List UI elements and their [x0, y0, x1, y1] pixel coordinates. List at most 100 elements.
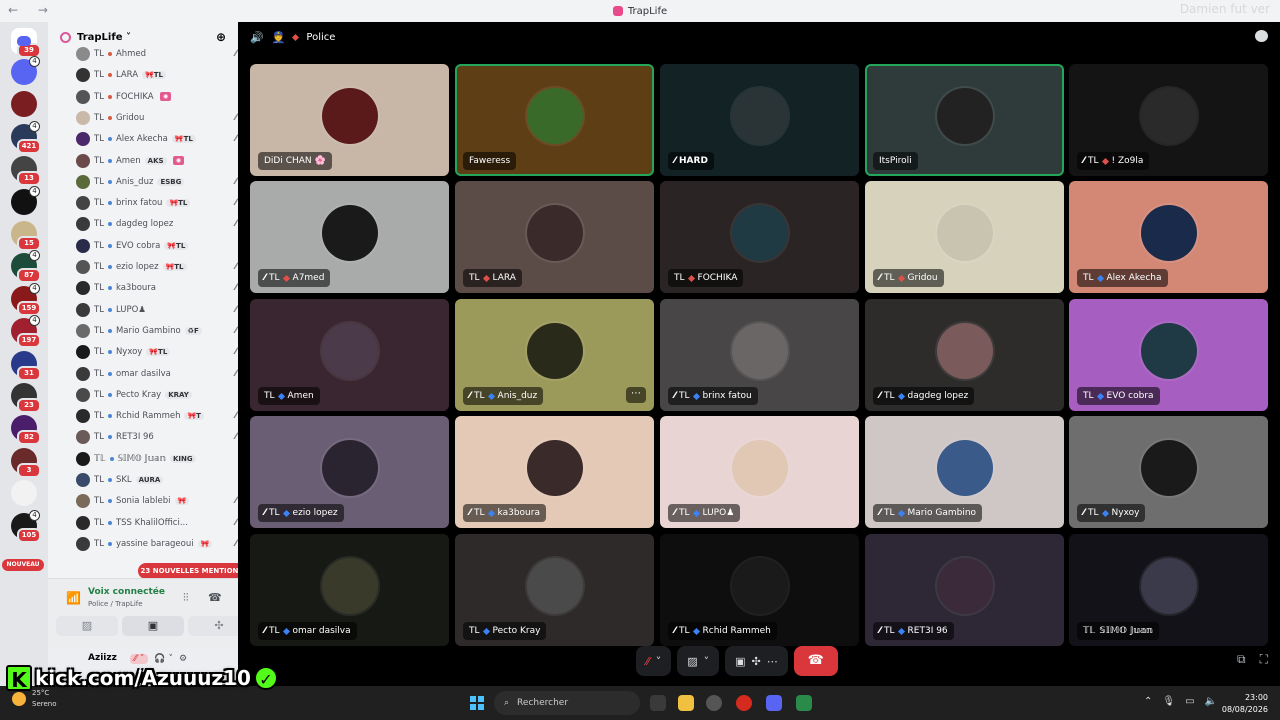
server-icon[interactable]	[11, 91, 37, 118]
volume-icon[interactable]: 🔈	[1205, 696, 1217, 707]
activities-icon[interactable]: ✣	[752, 655, 761, 668]
server-icon[interactable]: 3	[11, 447, 41, 478]
server-icon[interactable]: 197 4	[11, 315, 41, 349]
voice-member-row[interactable]: TL Sonia lablebi 🎀 ⁄⁄	[76, 491, 237, 511]
server-icon[interactable]: 31	[11, 350, 41, 381]
participant-tile[interactable]: TL EVO cobra	[1069, 299, 1268, 411]
opera-icon[interactable]	[736, 695, 752, 711]
back-forward-icons[interactable]: ← →	[8, 3, 56, 17]
voice-status[interactable]: Voix connectée	[88, 587, 165, 597]
camera-off-button[interactable]: ▨	[56, 616, 118, 636]
new-mentions-pill[interactable]: 23 NOUVELLES MENTIONS	[138, 563, 238, 579]
participant-tile[interactable]: ⁄⁄ TL RET3I 96	[865, 534, 1064, 646]
discord-app-icon[interactable]	[766, 695, 782, 711]
chat-bubble-icon[interactable]	[1255, 30, 1268, 42]
server-icon[interactable]	[11, 480, 37, 507]
user-name[interactable]: Aziizz	[88, 653, 117, 663]
participant-tile[interactable]: ⁄⁄ TL ! Zo9la	[1069, 64, 1268, 176]
voice-member-row[interactable]: TL dagdeg lopez ⁄⁄	[76, 214, 237, 234]
activities-button[interactable]: ✣	[188, 616, 238, 636]
participant-tile[interactable]: ⁄⁄ TL Gridou	[865, 181, 1064, 293]
server-icon[interactable]: 105 4	[11, 509, 41, 543]
voice-member-row[interactable]: 𝕋𝕃 𝕊𝕀𝕄𝕆 𝕁𝕦𝕒𝕟 KING	[76, 449, 236, 469]
signal-icon[interactable]: 📶	[66, 591, 81, 605]
participant-tile[interactable]: DiDi CHAN 🌸	[250, 64, 449, 176]
tray-chevron-icon[interactable]: ⌃	[1144, 696, 1152, 707]
server-icon[interactable]: 87 4	[11, 250, 41, 284]
voice-member-row[interactable]: TL TSS KhalilOffici... ⁄⁄	[76, 513, 237, 533]
voice-member-row[interactable]: TL ezio lopez 🎀TL ⁄⁄	[76, 257, 237, 277]
voice-member-row[interactable]: TL EVO cobra 🎀TL	[76, 236, 236, 256]
microphone-icon[interactable]: 🎙	[1162, 696, 1175, 707]
participant-tile[interactable]: ⁄⁄ TL ezio lopez	[250, 416, 449, 528]
server-icon[interactable]: 159 4	[11, 282, 41, 316]
voice-member-row[interactable]: TL Rchid Rammeh 🎀T ⁄⁄	[76, 406, 237, 426]
start-button[interactable]	[470, 696, 484, 710]
leave-call-button[interactable]: ☎	[793, 646, 838, 676]
participant-tile[interactable]: ⁄⁄ TL Anis_duz ⋯	[455, 299, 654, 411]
camera-control-group[interactable]: ▨ ˅	[677, 646, 720, 676]
participant-tile[interactable]: ⁄⁄ TL dagdeg lopez	[865, 299, 1064, 411]
participant-tile[interactable]: TL Pecto Kray	[455, 534, 654, 646]
store-app-icon[interactable]	[650, 695, 666, 711]
mic-options-chevron-icon[interactable]: ˅	[656, 655, 662, 668]
voice-member-row[interactable]: TL RET3I 96 ⁄⁄	[76, 427, 237, 447]
fullscreen-icon[interactable]: ⛶	[1260, 652, 1268, 667]
voice-member-row[interactable]: TL Nyxoy 🎀TL ⁄⁄	[76, 342, 237, 362]
participant-tile[interactable]: TL Alex Akecha	[1069, 181, 1268, 293]
clock[interactable]: 23:00 08/08/2026	[1222, 692, 1268, 716]
share-screen-button[interactable]: ▣	[122, 616, 184, 636]
popout-icon[interactable]: ⧉	[1237, 652, 1246, 667]
participant-tile[interactable]: Faweress	[455, 64, 654, 176]
voice-member-row[interactable]: TL omar dasilva ⁄⁄	[76, 364, 237, 384]
voice-member-row[interactable]: TL Mario Gambino ♻F ⁄⁄	[76, 321, 237, 341]
voice-member-row[interactable]: TL Pecto Kray KRAY	[76, 385, 236, 405]
voice-member-row[interactable]: TL LARA 🎀TL	[76, 65, 236, 85]
voice-member-row[interactable]: TL yassine barageoui 🎀 ⁄⁄	[76, 534, 237, 554]
server-icon[interactable]: 421 4	[11, 120, 41, 154]
muted-mic-icon[interactable]: ⁄⁄	[646, 655, 650, 668]
voice-member-row[interactable]: TL ka3boura ⁄⁄	[76, 278, 237, 298]
participant-tile[interactable]: TL Amen	[250, 299, 449, 411]
server-icon[interactable]: 23	[11, 383, 41, 413]
participant-tile[interactable]: TL LARA	[455, 181, 654, 293]
mute-mic-button[interactable]: ⁄⁄ ˅	[130, 654, 149, 664]
server-icon[interactable]: 82	[11, 415, 41, 446]
mic-control-group[interactable]: ⁄⁄ ˅	[636, 646, 672, 676]
server-icon[interactable]: 15	[11, 221, 41, 251]
participant-tile[interactable]: ItsPiroli	[865, 64, 1064, 176]
participant-tile[interactable]: ⁄⁄ TL Mario Gambino	[865, 416, 1064, 528]
participant-tile[interactable]: ⁄⁄ TL Rchid Rammeh	[660, 534, 859, 646]
noise-suppression-icon[interactable]: ⫶⫶	[183, 591, 189, 605]
participant-tile[interactable]: ⁄⁄ TL brinx fatou	[660, 299, 859, 411]
voice-member-row[interactable]: TL Ahmed ⁄⁄	[76, 44, 237, 64]
app-icon-3[interactable]	[706, 695, 722, 711]
network-icon[interactable]: ▭	[1185, 696, 1194, 707]
participant-tile[interactable]: ⁄⁄ TL A7med	[250, 181, 449, 293]
discord-home-icon[interactable]: 39	[11, 28, 41, 58]
new-server-pill[interactable]: NOUVEAU	[2, 559, 44, 571]
activity-control-group[interactable]: ▣ ✣ ⋯	[725, 646, 788, 676]
camera-off-icon[interactable]: ▨	[687, 655, 697, 668]
taskbar-search[interactable]: ⌕ Rechercher	[494, 691, 640, 715]
participant-tile[interactable]: ⁄⁄ TL Nyxoy	[1069, 416, 1268, 528]
more-options-icon[interactable]: ⋯	[767, 655, 778, 668]
file-explorer-icon[interactable]	[678, 695, 694, 711]
server-icon[interactable]: 13	[11, 156, 41, 187]
settings-gear-icon[interactable]: ⚙	[179, 654, 187, 664]
more-options-icon[interactable]: ⋯	[626, 387, 646, 403]
participant-tile[interactable]: TL FOCHIKA	[660, 181, 859, 293]
app-icon-6[interactable]	[796, 695, 812, 711]
voice-member-row[interactable]: TL Gridou ⁄⁄	[76, 108, 237, 128]
participant-tile[interactable]: ⁄⁄ TL ka3boura	[455, 416, 654, 528]
screen-share-icon[interactable]: ▣	[735, 655, 745, 668]
headset-icon[interactable]: 🎧 ˅	[154, 654, 173, 664]
person-add-icon[interactable]: ⊕	[216, 30, 226, 44]
voice-member-row[interactable]: TL Amen AKS ◉	[76, 151, 236, 171]
participant-tile[interactable]: ⁄⁄ HARD	[660, 64, 859, 176]
voice-member-row[interactable]: TL Alex Akecha 🎀TL ⁄⁄	[76, 129, 237, 149]
participant-tile[interactable]: ⁄⁄ TL omar dasilva	[250, 534, 449, 646]
participant-tile[interactable]: ⁄⁄ TL LUPO♟	[660, 416, 859, 528]
voice-member-row[interactable]: TL LUPO♟ ⁄⁄	[76, 300, 237, 320]
voice-member-row[interactable]: TL Anis_duz ESBG ⁄⁄	[76, 172, 237, 192]
